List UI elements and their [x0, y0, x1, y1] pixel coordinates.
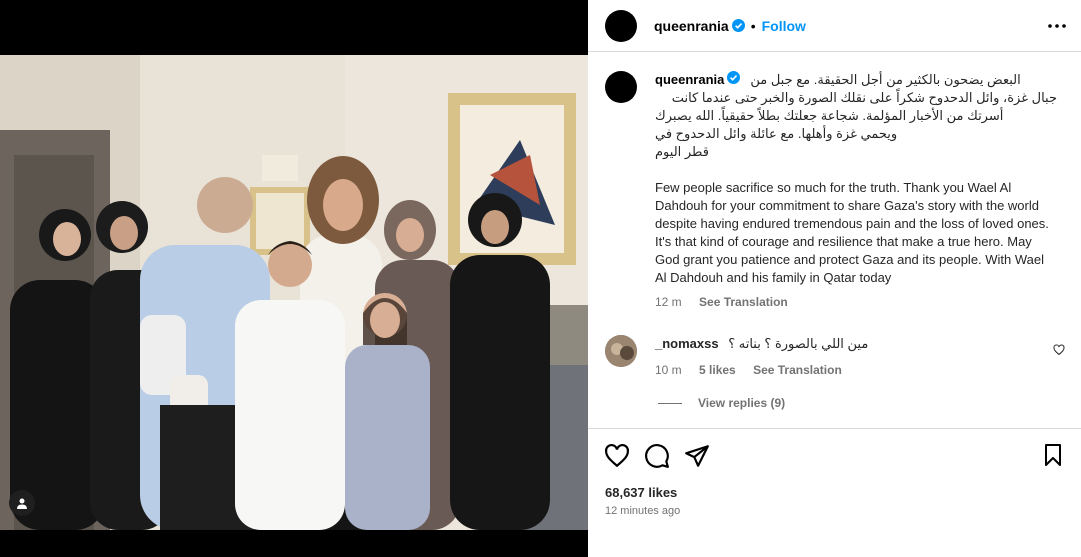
comment-time: 10 m	[655, 363, 682, 377]
follow-button[interactable]: Follow	[762, 18, 806, 34]
more-options-button[interactable]	[1045, 14, 1069, 38]
likes-count[interactable]: 68,637 likes	[605, 485, 677, 500]
comment-see-translation-link[interactable]: See Translation	[753, 363, 842, 377]
see-translation-link[interactable]: See Translation	[699, 295, 788, 309]
comment-like-heart-icon[interactable]	[1053, 344, 1065, 356]
tag-button[interactable]	[9, 490, 35, 516]
username[interactable]: queenrania	[654, 18, 729, 34]
caption-english: Few people sacrifice so much for the tru…	[655, 180, 1049, 285]
post-actions-bar: 68,637 likes 12 minutes ago	[588, 428, 1081, 557]
caption: queenrania البعض يضحون بالكثير من أجل ال…	[605, 71, 1065, 311]
post-timestamp: 12 minutes ago	[605, 505, 681, 517]
post-photo[interactable]	[0, 55, 588, 530]
verified-badge-icon	[731, 19, 745, 32]
view-replies-button[interactable]: View replies (9)	[658, 396, 785, 410]
comment-username[interactable]: _nomaxss	[655, 336, 719, 351]
caption-arabic-line: جبال غزة، وائل الدحدوح شكراً على نقلك ال…	[671, 90, 1057, 105]
verified-badge-icon	[727, 71, 741, 84]
caption-arabic-line: ويحمي غزة وأهلها. مع عائلة وائل الدحدوح …	[655, 126, 898, 141]
post-side-panel: queenrania • Follow queenrania البعض يضح…	[588, 0, 1081, 557]
comment-avatar[interactable]	[605, 335, 637, 367]
caption-meta: 12 m See Translation	[655, 293, 1057, 311]
caption-arabic-line: أسرتك من الأخبار المؤلمة. شجاعة جعلتك بط…	[655, 108, 1004, 123]
paper-plane-icon[interactable]	[684, 443, 710, 469]
separator-dot: •	[750, 17, 756, 34]
comment-bubble-icon[interactable]	[644, 443, 670, 469]
comment-likes[interactable]: 5 likes	[699, 363, 736, 377]
comment: _nomaxss مين اللي بالصورة ؟ بناته ؟ 10 m…	[605, 335, 1070, 377]
more-options-icon	[1048, 24, 1066, 28]
bookmark-icon[interactable]	[1041, 443, 1065, 467]
replies-divider-line	[658, 402, 682, 404]
avatar[interactable]	[605, 9, 637, 42]
heart-icon[interactable]	[604, 443, 630, 469]
user-tag-icon	[17, 498, 27, 509]
caption-avatar[interactable]	[605, 71, 637, 103]
view-replies-label: View replies (9)	[698, 396, 786, 410]
caption-arabic-line: البعض يضحون بالكثير من أجل الحقيقة. مع ج…	[750, 72, 1021, 87]
post-media	[0, 0, 588, 557]
comment-avatar-image	[605, 335, 637, 367]
comment-text: مين اللي بالصورة ؟ بناته ؟	[728, 336, 869, 351]
caption-time: 12 m	[655, 295, 682, 309]
post-header: queenrania • Follow	[588, 0, 1081, 52]
photo-illustration	[0, 55, 588, 530]
caption-arabic-line: قطر اليوم	[655, 144, 709, 159]
caption-username[interactable]: queenrania	[655, 71, 724, 89]
